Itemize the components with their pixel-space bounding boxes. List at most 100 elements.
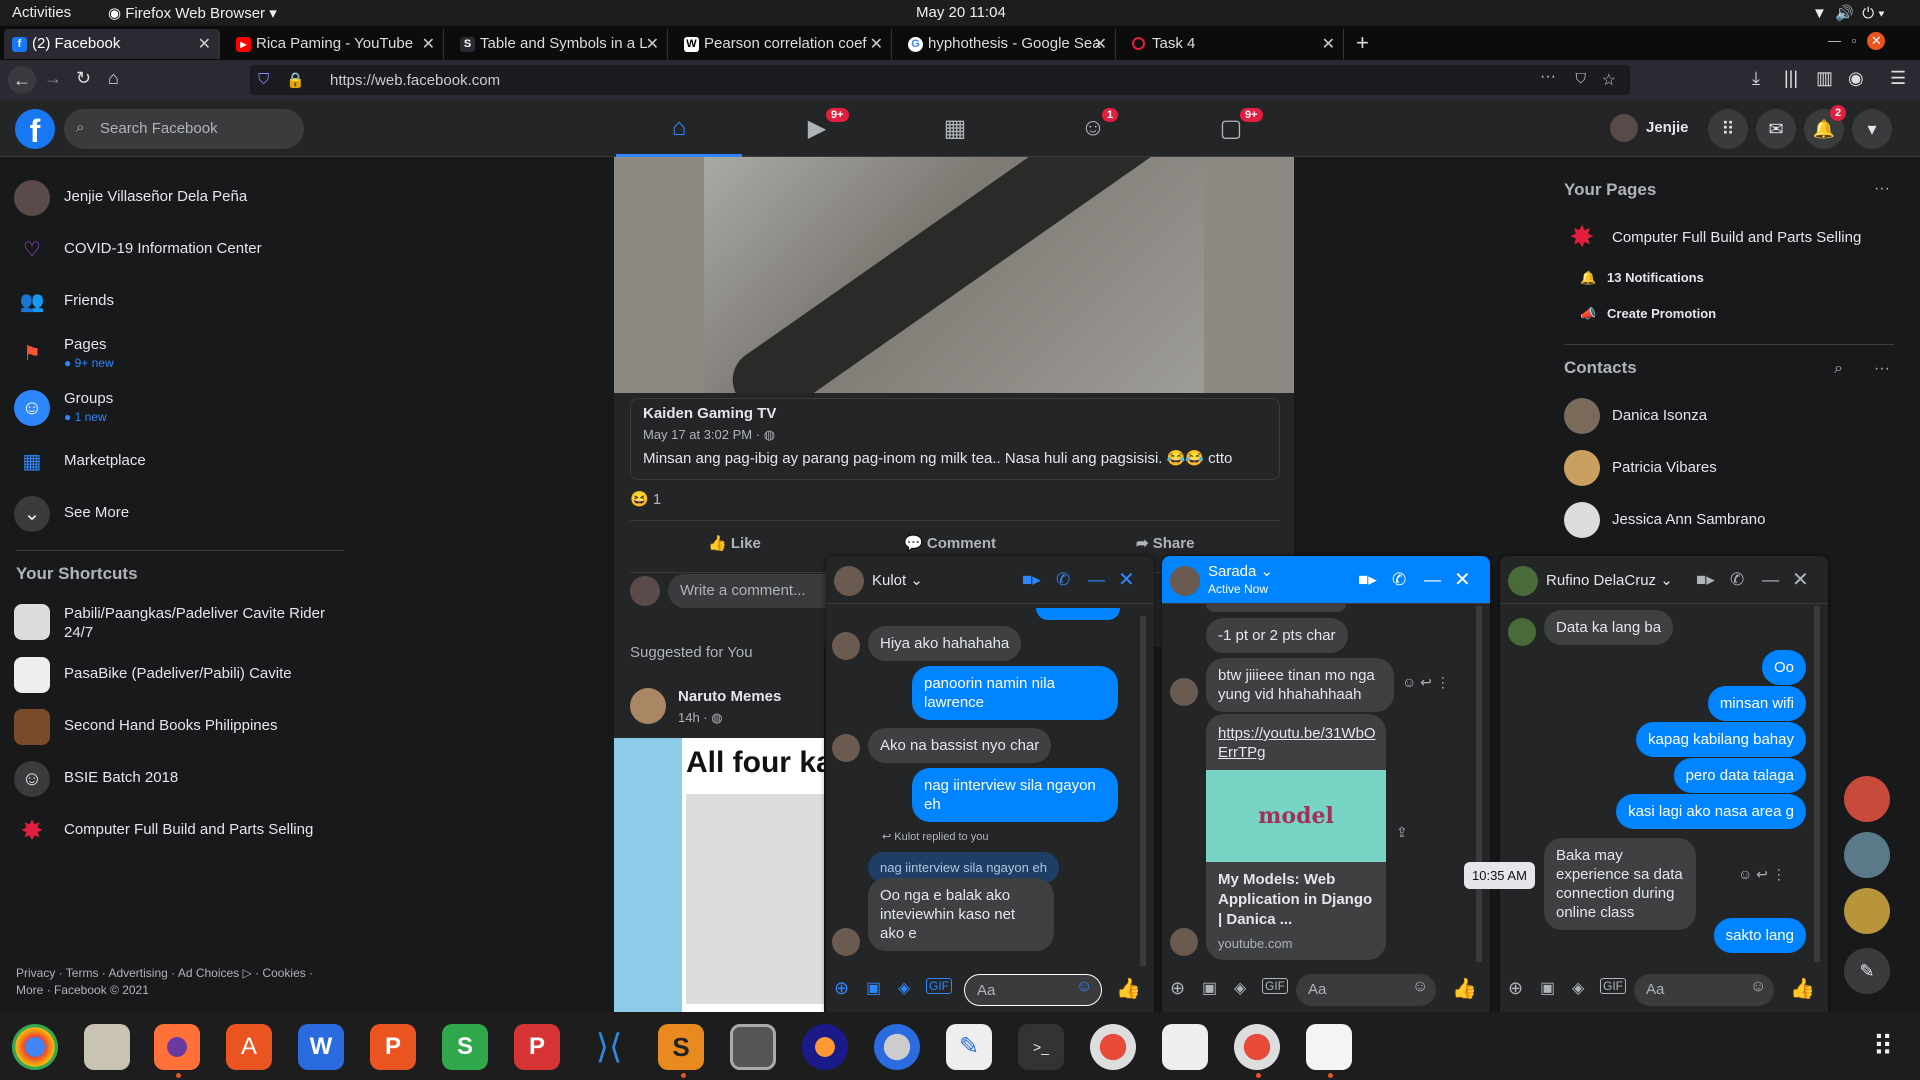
chat-head-avatar[interactable] (1844, 832, 1890, 878)
scrollbar[interactable] (1140, 616, 1146, 966)
close-icon[interactable]: ✕ (1454, 567, 1471, 592)
post-author[interactable]: Kaiden Gaming TV (643, 405, 776, 422)
message-out[interactable]: kasi lagi ako nasa area g (1616, 794, 1806, 829)
close-icon[interactable]: ✕ (870, 34, 883, 54)
message-in[interactable]: -1 pt or 2 pts char (1206, 618, 1348, 653)
message-in[interactable]: Data ka lang ba (1544, 610, 1674, 645)
document-scanner-icon[interactable] (1306, 1024, 1352, 1070)
page-actions-icon[interactable]: ··· (1540, 68, 1556, 86)
tab-task4[interactable]: Task 4 ✕ (1124, 29, 1344, 59)
menu-icon[interactable]: ☰ (1890, 68, 1906, 89)
sidebar-item-covid[interactable]: ♡ COVID-19 Information Center (14, 228, 344, 272)
message-out[interactable]: panoorin namin nila lawrence (912, 666, 1118, 720)
share-button[interactable]: ➦ Share (1136, 534, 1194, 552)
minimize-icon[interactable]: — (1762, 570, 1779, 590)
comment-button[interactable]: 💬 Comment (904, 534, 996, 552)
pocket-icon[interactable]: ⛉ (1576, 70, 1587, 87)
chrome-icon[interactable] (12, 1024, 58, 1070)
phone-icon[interactable]: ✆ (1056, 570, 1070, 590)
document-viewer-icon[interactable] (1162, 1024, 1208, 1070)
window-controls[interactable]: — ▫ ✕ (1828, 32, 1886, 50)
page-notifications[interactable]: 🔔 13 Notifications (1580, 270, 1704, 286)
shortcut-item[interactable]: Pabili/Paangkas/Padeliver Cavite Rider 2… (14, 600, 344, 644)
phone-icon[interactable]: ✆ (1392, 570, 1406, 590)
thumbs-up-icon[interactable]: 👍 (1452, 976, 1477, 1001)
footer-links[interactable]: Privacy · Terms · Advertising · Ad Choic… (16, 966, 313, 980)
sticker-icon[interactable]: ◈ (1234, 978, 1246, 998)
app-icon[interactable] (1234, 1024, 1280, 1070)
plus-icon[interactable]: ⊕ (1170, 978, 1185, 999)
home-nav-icon[interactable]: ⌂ (616, 100, 742, 157)
plus-icon[interactable]: ⊕ (1508, 978, 1523, 999)
close-icon[interactable]: ✕ (646, 34, 659, 54)
audacity-icon[interactable] (802, 1024, 848, 1070)
forward-icon[interactable]: → (44, 68, 62, 89)
tab-table-symbols[interactable]: S Table and Symbols in a L ✕ (452, 29, 668, 59)
message-in[interactable]: btw jiiieee tinan mo nga yung vid hhahah… (1206, 658, 1394, 712)
activities-button[interactable]: Activities (12, 4, 71, 21)
phone-icon[interactable]: ✆ (1730, 570, 1744, 590)
close-icon[interactable]: ✕ (422, 34, 435, 54)
reactions-count[interactable]: 😆 1 (630, 490, 661, 508)
wps-spreadsheet-icon[interactable]: S (442, 1024, 488, 1070)
create-promotion[interactable]: 📣 Create Promotion (1580, 306, 1716, 322)
chat-head-avatar[interactable] (1844, 776, 1890, 822)
more-options-icon[interactable]: ··· (1874, 360, 1890, 378)
terminal-icon[interactable]: >_ (1018, 1024, 1064, 1070)
sidebar-item-marketplace[interactable]: ▦ Marketplace (14, 440, 344, 484)
share-icon[interactable]: ⇪ (1396, 824, 1408, 841)
window-close-icon[interactable]: ✕ (1867, 32, 1886, 50)
library-icon[interactable]: ||| (1784, 68, 1798, 89)
sidebar-item-friends[interactable]: 👥 Friends (14, 280, 344, 324)
shared-post[interactable]: Kaiden Gaming TV May 17 at 3:02 PM · ◍ M… (630, 398, 1280, 480)
react-icon[interactable]: ☺ ↩ ⋮ (1738, 866, 1786, 883)
chat-name[interactable]: Kulot ⌄ (872, 571, 923, 589)
thumbs-up-icon[interactable]: 👍 (1790, 976, 1815, 1001)
gif-icon[interactable]: GIF (1262, 978, 1288, 994)
link-preview[interactable]: https://youtu.be/31WbOErrTPg model My Mo… (1206, 714, 1386, 960)
minimize-icon[interactable]: — (1424, 570, 1441, 590)
message-in[interactable]: Hiya ako hahahaha (868, 626, 1022, 661)
text-editor-icon[interactable]: ✎ (946, 1024, 992, 1070)
tab-youtube[interactable]: ▶ Rica Paming - YouTube ✕ (228, 29, 444, 59)
video-call-icon[interactable]: ■▸ (1358, 570, 1377, 590)
bookmark-star-icon[interactable]: ☆ (1602, 70, 1616, 90)
chat-head-avatar[interactable] (1844, 888, 1890, 934)
search-icon[interactable]: ⌕ (1834, 360, 1843, 378)
chat-header[interactable]: Sarada ⌄ Active Now ■▸ ✆ — ✕ (1162, 556, 1490, 604)
message-in[interactable]: Ako na bassist nyo char (868, 728, 1052, 763)
close-icon[interactable]: ✕ (1118, 567, 1135, 592)
plus-icon[interactable]: ⊕ (834, 978, 849, 999)
video-call-icon[interactable]: ■▸ (1022, 570, 1041, 590)
screenshot-icon[interactable] (874, 1024, 920, 1070)
more-options-icon[interactable]: ··· (1874, 180, 1890, 198)
tab-facebook[interactable]: f (2) Facebook ✕ (4, 29, 220, 59)
message-out[interactable]: Oo (1761, 650, 1806, 685)
post-time[interactable]: May 17 at 3:02 PM · ◍ (643, 427, 775, 443)
shortcut-item[interactable]: Second Hand Books Philippines (14, 705, 344, 749)
wps-presentation-icon[interactable]: P (370, 1024, 416, 1070)
link-url[interactable]: https://youtu.be/31WbOErrTPg (1218, 724, 1378, 762)
system-tray[interactable]: ▼ 🔊 ⏻ ▾ (1812, 4, 1885, 22)
sidebar-item-pages[interactable]: ⚑ Pages ● 9+ new (14, 332, 344, 376)
sidebar-item-profile[interactable]: Jenjie Villaseñor Dela Peña (14, 176, 344, 220)
footer-copyright[interactable]: More · Facebook © 2021 (16, 983, 149, 997)
sublime-text-icon[interactable]: S (658, 1024, 704, 1070)
video-editor-icon[interactable] (730, 1024, 776, 1070)
files-icon[interactable] (84, 1024, 130, 1070)
facebook-logo-icon[interactable]: f (15, 109, 55, 149)
new-tab-button[interactable]: + (1356, 30, 1369, 56)
chat-header[interactable]: Rufino DelaCruz ⌄ ■▸ ✆ — ✕ (1500, 556, 1828, 604)
close-icon[interactable]: ✕ (198, 34, 211, 54)
gaming-nav-icon[interactable]: ▢ 9+ (1168, 100, 1294, 157)
chat-name[interactable]: Sarada ⌄ (1208, 562, 1273, 580)
message-out[interactable]: minsan wifi (1707, 686, 1806, 721)
messenger-icon[interactable]: ✉ (1756, 109, 1796, 149)
chat-header[interactable]: Kulot ⌄ ■▸ ✆ — ✕ (826, 556, 1154, 604)
like-button[interactable]: 👍 Like (708, 534, 761, 552)
chat-name[interactable]: Rufino DelaCruz ⌄ (1546, 571, 1673, 589)
message-in[interactable]: Baka may experience sa data connection d… (1544, 838, 1696, 930)
new-message-icon[interactable]: ✎ (1844, 948, 1890, 994)
video-call-icon[interactable]: ■▸ (1696, 570, 1715, 590)
account-dropdown-icon[interactable]: ▾ (1852, 109, 1892, 149)
